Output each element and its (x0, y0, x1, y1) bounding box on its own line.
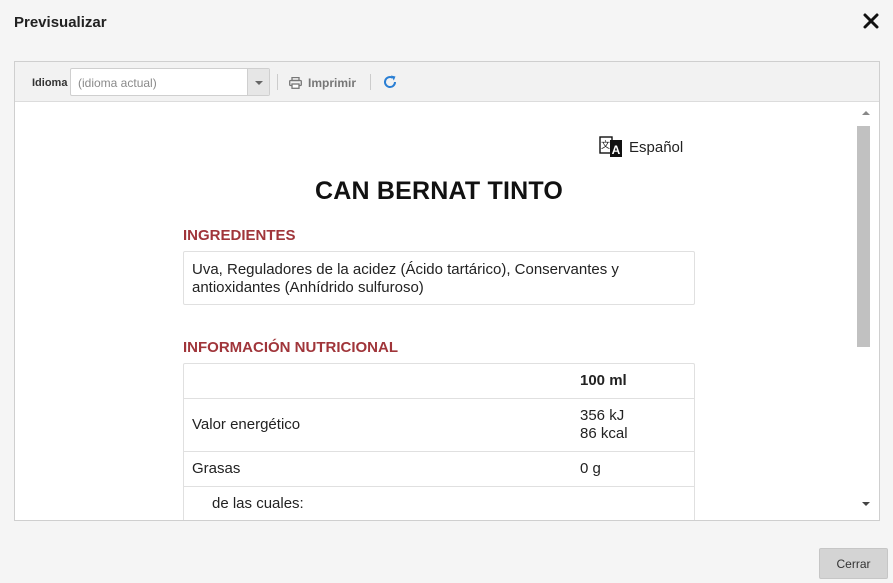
table-row: Grasas 0 g (184, 452, 694, 487)
nutrient-name: de las cuales: (212, 495, 304, 512)
table-row: Valor energético 356 kJ 86 kcal (184, 399, 694, 452)
close-icon[interactable] (862, 12, 880, 30)
ingredients-title: INGREDIENTES (183, 227, 296, 244)
language-select[interactable]: (idioma actual) (70, 68, 270, 96)
preview-dialog: Previsualizar Idioma (idioma actual) Imp… (0, 0, 893, 583)
nutrition-title: INFORMACIÓN NUTRICIONAL (183, 339, 398, 356)
dialog-title: Previsualizar (14, 14, 107, 31)
language-select-value: (idioma actual) (78, 76, 157, 90)
scroll-down-icon[interactable] (862, 502, 870, 506)
language-label: Idioma (32, 77, 68, 89)
printer-icon (289, 77, 302, 89)
ingredients-box: Uva, Reguladores de la acidez (Ácido tar… (183, 251, 695, 305)
close-button[interactable]: Cerrar (819, 548, 888, 579)
nutrient-name: Valor energético (192, 416, 301, 433)
refresh-icon[interactable] (382, 74, 398, 90)
nutrient-value: 356 kJ (580, 407, 625, 424)
product-title: CAN BERNAT TINTO (314, 177, 564, 205)
language-badge: A 文 Español (599, 135, 683, 159)
nutrient-value: 86 kcal (580, 425, 628, 442)
language-badge-label: Español (629, 138, 684, 156)
toolbar-divider (277, 74, 278, 90)
scroll-thumb[interactable] (857, 126, 870, 347)
print-button[interactable]: Imprimir (289, 74, 356, 92)
chevron-down-icon[interactable] (247, 69, 269, 95)
preview-toolbar: Idioma (idioma actual) Imprimir (15, 62, 879, 102)
scroll-up-icon[interactable] (862, 111, 870, 115)
table-row: de las cuales: (184, 487, 694, 520)
toolbar-divider (370, 74, 371, 90)
svg-text:文: 文 (601, 139, 610, 151)
nutrient-value: 0 g (580, 460, 601, 477)
nutrition-table: 100 ml Valor energético 356 kJ 86 kcal G… (183, 363, 695, 520)
preview-content: A 文 Español CAN BERNAT TINTO INGREDIENTE… (15, 103, 855, 520)
scrollbar[interactable] (855, 103, 879, 520)
table-header-row: 100 ml (184, 364, 694, 399)
translate-icon: A 文 (599, 136, 622, 157)
svg-text:A: A (612, 143, 621, 157)
print-label: Imprimir (308, 76, 357, 90)
preview-frame: Idioma (idioma actual) Imprimir A 文 Espa… (14, 61, 880, 521)
nutrient-name: Grasas (192, 460, 241, 477)
table-header-cell: 100 ml (580, 372, 627, 389)
